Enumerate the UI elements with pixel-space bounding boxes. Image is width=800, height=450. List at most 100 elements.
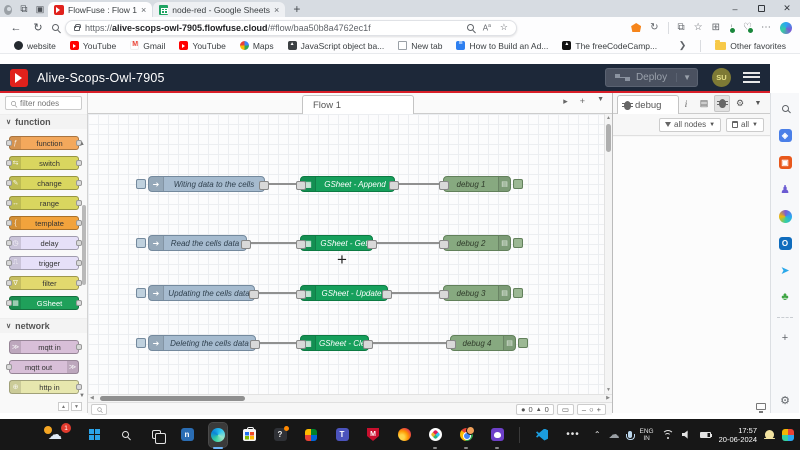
inject-node[interactable]: ➔Witing data to the cells	[148, 176, 265, 192]
main-menu-icon[interactable]	[743, 72, 760, 83]
navigator-button[interactable]: ▭	[557, 404, 574, 415]
zoom-reset-button[interactable]: ○	[589, 405, 594, 414]
inject-button[interactable]	[136, 179, 146, 189]
palette-node-template[interactable]: {template	[9, 216, 79, 230]
palette-search[interactable]	[5, 96, 82, 110]
debug-toggle-button[interactable]	[513, 179, 523, 189]
read-aloud-icon[interactable]: Aa	[483, 23, 491, 33]
user-avatar[interactable]: SU	[712, 68, 731, 87]
firefox-browser-icon[interactable]	[395, 423, 413, 447]
wire[interactable]	[269, 183, 296, 185]
debug-node[interactable]: debug 4▤	[450, 335, 516, 351]
favorite-star-icon[interactable]: ☆	[500, 22, 508, 33]
flow-tab[interactable]: Flow 1	[302, 95, 414, 114]
metamask-icon[interactable]	[631, 23, 641, 32]
github-desktop-icon[interactable]	[488, 423, 506, 447]
palette-node-function[interactable]: ƒfunction	[9, 136, 79, 150]
sidebar-send-icon[interactable]: ➤	[778, 263, 792, 277]
gsheet-node[interactable]: ▦GSheet - Clear	[300, 335, 369, 351]
debug-toggle-button[interactable]	[513, 238, 523, 248]
inject-button[interactable]	[136, 288, 146, 298]
palette-expand-icon[interactable]: ▼	[71, 402, 82, 411]
wire[interactable]	[251, 242, 296, 244]
taskbar-more-icon[interactable]: •••	[564, 423, 582, 447]
nodejs-app-icon[interactable]: n	[178, 423, 196, 447]
clear-messages-button[interactable]: all ▼	[726, 118, 764, 132]
flow-canvas[interactable]: ➔Witing data to the cells ▦GSheet - Appen…	[88, 114, 604, 394]
debug-tab-icon[interactable]	[714, 95, 730, 112]
info-tab-icon[interactable]: i	[678, 95, 694, 112]
browser-tab-flowfuse[interactable]: FlowFuse : Flow 1 ×	[48, 2, 152, 17]
new-tab-button[interactable]: +	[285, 2, 308, 17]
palette-scrollbar[interactable]	[82, 205, 86, 285]
palette-category-network[interactable]: ∨network	[0, 318, 87, 333]
bookmark-item[interactable]: Gmail	[130, 41, 165, 51]
monitor-icon[interactable]	[756, 403, 766, 410]
debug-tab[interactable]: debug	[617, 95, 679, 114]
sidebar-tree-icon[interactable]: ♣	[778, 290, 792, 304]
get-help-app-icon[interactable]: ?	[271, 423, 289, 447]
split-screen-icon[interactable]: ⧉	[678, 22, 685, 33]
sidebar-search-icon[interactable]	[778, 101, 792, 115]
bookmark-item[interactable]: YouTube	[179, 41, 225, 51]
zoom-out-button[interactable]: –	[582, 405, 586, 414]
bookmark-item[interactable]: website	[14, 41, 56, 51]
gsheet-node[interactable]: ▦GSheet - Update	[300, 285, 388, 301]
palette-node-mqtt-in[interactable]: ≫mqtt in	[9, 340, 79, 354]
collections-icon[interactable]: ⊞	[712, 22, 720, 33]
debug-node[interactable]: debug 3▤	[443, 285, 511, 301]
add-flow-button[interactable]: +	[580, 96, 585, 107]
slack-app-icon[interactable]	[426, 423, 444, 447]
debug-node[interactable]: debug 1▤	[443, 176, 511, 192]
wire[interactable]	[260, 342, 296, 344]
bookmark-item[interactable]: YouTube	[70, 41, 116, 51]
palette-node-range[interactable]: ↔range	[9, 196, 79, 210]
edge-browser-icon[interactable]	[209, 423, 227, 447]
clock[interactable]: 17:5720-06-2024	[719, 426, 757, 444]
weather-widget[interactable]: ☁ 1	[38, 423, 72, 446]
inject-button[interactable]	[136, 338, 146, 348]
sidebar-options-icon[interactable]: ▼	[750, 95, 766, 112]
debug-toggle-button[interactable]	[513, 288, 523, 298]
palette-scroll-up-icon[interactable]: ▲	[79, 141, 85, 147]
tab-scroll-icon[interactable]: ▸	[563, 96, 568, 107]
teams-app-icon[interactable]: T	[333, 423, 351, 447]
address-bar[interactable]: https://alive-scops-owl-7905.flowfuse.cl…	[65, 20, 517, 36]
battery-icon[interactable]	[700, 432, 711, 438]
help-tab-icon[interactable]: ▤	[696, 95, 712, 112]
lock-icon[interactable]	[74, 26, 80, 31]
palette-node-http-in[interactable]: ⊕http in	[9, 380, 79, 394]
config-tab-icon[interactable]: ⚙	[732, 95, 748, 112]
language-indicator[interactable]: ENGIN	[640, 428, 654, 442]
bookmark-item[interactable]: How to Build an Ad...	[456, 41, 548, 51]
palette-node-change[interactable]: ✎change	[9, 176, 79, 190]
tab-close-icon[interactable]: ×	[141, 5, 146, 15]
onedrive-icon[interactable]: ☁	[609, 428, 620, 441]
wire[interactable]	[392, 292, 439, 294]
sidebar-m365-icon[interactable]: ▣	[778, 155, 792, 169]
wire[interactable]	[373, 342, 446, 344]
gsheet-node[interactable]: ▦GSheet - Append	[300, 176, 395, 192]
more-icon[interactable]: ⋯	[761, 22, 771, 33]
search-icon[interactable]	[52, 24, 59, 31]
back-icon[interactable]: ←	[8, 22, 24, 34]
palette-node-GSheet[interactable]: ▦GSheet	[9, 296, 79, 310]
palette-collapse-icon[interactable]: ▲	[58, 402, 69, 411]
taskbar-search-icon[interactable]	[116, 423, 134, 447]
palette-node-trigger[interactable]: ⎍trigger	[9, 256, 79, 270]
sidebar-designer-icon[interactable]	[778, 209, 792, 223]
microphone-icon[interactable]	[628, 431, 632, 438]
zoom-in-button[interactable]: +	[597, 405, 601, 414]
downloads-icon[interactable]: ↓	[729, 22, 734, 33]
task-view-button[interactable]	[147, 423, 165, 447]
browser-tab-sheets[interactable]: node-red - Google Sheets ×	[153, 2, 285, 17]
gsheet-node[interactable]: ▦GSheet - Get	[300, 235, 373, 251]
minimize-button[interactable]: –	[722, 0, 748, 17]
other-favorites[interactable]: Other favorites	[715, 41, 786, 51]
mcafee-app-icon[interactable]: M	[364, 423, 382, 447]
deploy-options-icon[interactable]: ▼	[676, 73, 697, 82]
wire[interactable]	[259, 292, 296, 294]
canvas-vertical-scrollbar[interactable]: ▲▼	[604, 114, 612, 394]
google-meet-icon[interactable]	[302, 423, 320, 447]
wifi-icon[interactable]	[662, 430, 674, 439]
